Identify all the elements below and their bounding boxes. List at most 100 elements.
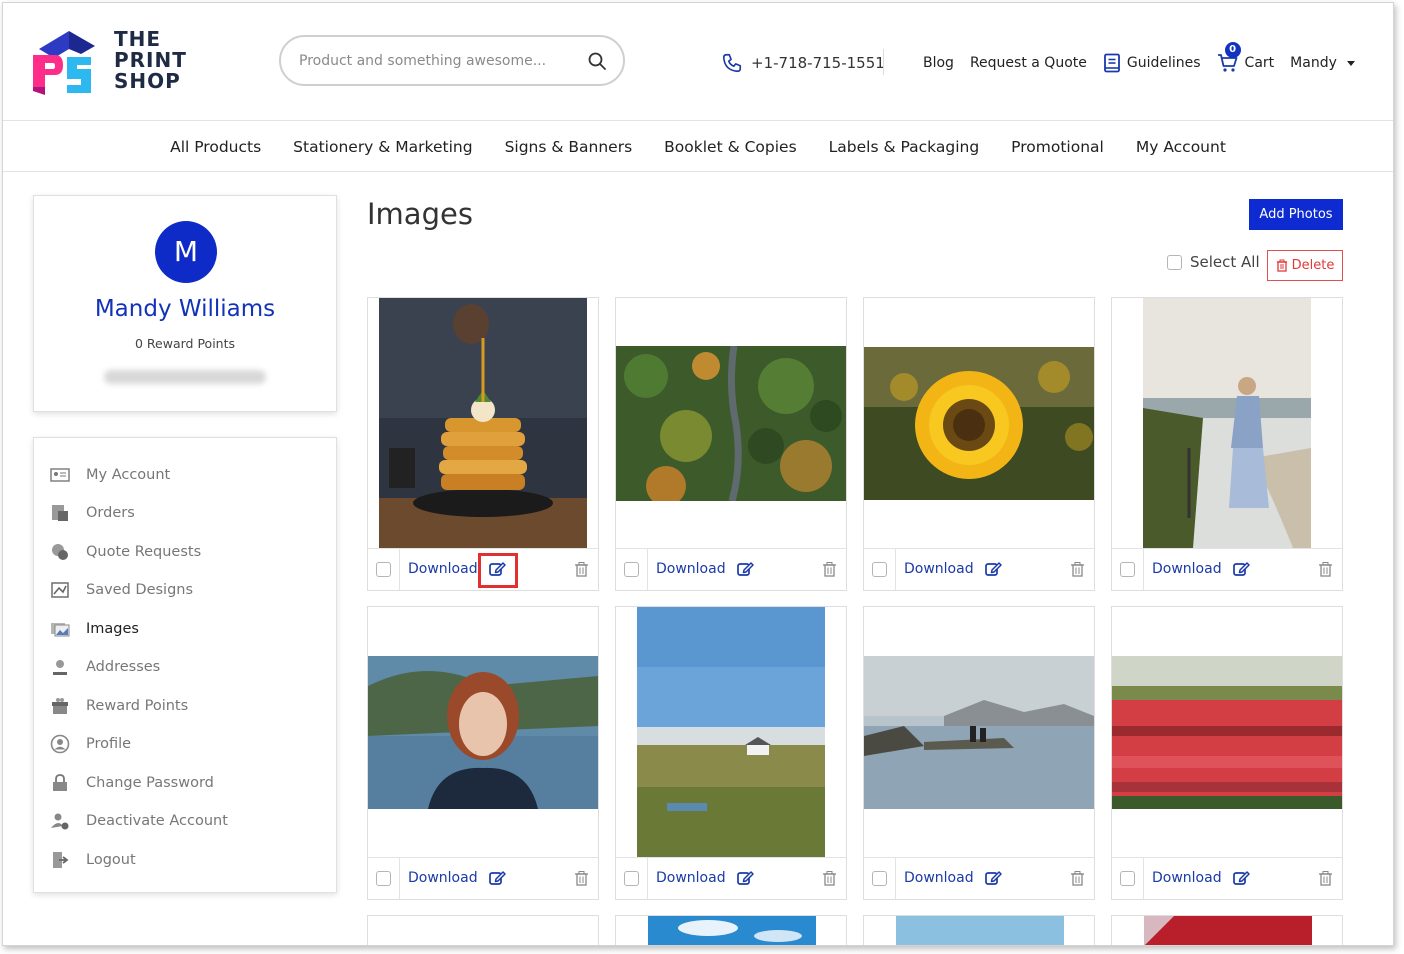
download-link[interactable]: Download: [904, 870, 974, 886]
cart-count-badge: 0: [1224, 42, 1241, 58]
menu-change-password[interactable]: Change Password: [50, 771, 214, 795]
guidelines-link[interactable]: Guidelines: [1103, 53, 1201, 73]
download-link[interactable]: Download: [904, 561, 974, 577]
edit-icon[interactable]: [1232, 560, 1250, 578]
edit-icon[interactable]: [984, 869, 1002, 887]
card-footer: Download: [616, 548, 846, 590]
phone-icon: [722, 53, 742, 73]
image-checkbox[interactable]: [376, 871, 391, 886]
edit-icon[interactable]: [1232, 869, 1250, 887]
add-photos-button[interactable]: Add Photos: [1249, 199, 1343, 230]
blog-link[interactable]: Blog: [923, 55, 954, 71]
image-sky-partial[interactable]: [648, 916, 816, 946]
search-icon[interactable]: [587, 51, 607, 71]
guidelines-label: Guidelines: [1126, 55, 1201, 71]
trash-icon[interactable]: [574, 870, 589, 886]
edit-icon[interactable]: [488, 560, 506, 578]
user-menu[interactable]: Mandy: [1290, 55, 1355, 71]
nav-booklet-copies[interactable]: Booklet & Copies: [664, 138, 797, 156]
image-card: Download: [367, 297, 599, 591]
image-woman-coast[interactable]: [1143, 298, 1311, 548]
logo[interactable]: THE PRINT SHOP: [29, 21, 189, 101]
menu-label: Deactivate Account: [86, 813, 228, 829]
download-link[interactable]: Download: [408, 870, 478, 886]
image-checkbox[interactable]: [1120, 562, 1135, 577]
nav-labels-packaging[interactable]: Labels & Packaging: [829, 138, 980, 156]
menu-images[interactable]: Images: [50, 617, 139, 641]
download-link[interactable]: Download: [1152, 870, 1222, 886]
edit-icon[interactable]: [736, 869, 754, 887]
image-lake-reflection[interactable]: [864, 656, 1094, 809]
nav-stationery-marketing[interactable]: Stationery & Marketing: [293, 138, 472, 156]
nav-promotional[interactable]: Promotional: [1011, 138, 1104, 156]
trash-icon[interactable]: [1318, 870, 1333, 886]
trash-icon[interactable]: [1070, 870, 1085, 886]
image-checkbox[interactable]: [376, 562, 391, 577]
menu-label: Images: [86, 621, 139, 637]
edit-icon[interactable]: [488, 869, 506, 887]
menu-profile[interactable]: Profile: [50, 732, 131, 756]
image-field-house[interactable]: [637, 607, 825, 857]
image-card: Download: [367, 606, 599, 900]
menu-label: Saved Designs: [86, 582, 194, 598]
image-checkbox[interactable]: [624, 562, 639, 577]
image-woman-portrait[interactable]: [368, 656, 598, 809]
browser-frame: THE PRINT SHOP +1-718-715-1551 Blog Requ…: [2, 2, 1394, 946]
orders-icon: [52, 505, 68, 521]
request-quote-link[interactable]: Request a Quote: [970, 55, 1087, 71]
logo-line-1: THE: [114, 27, 162, 51]
menu-quote-requests[interactable]: Quote Requests: [50, 540, 201, 564]
menu-deactivate-account[interactable]: Deactivate Account: [50, 809, 228, 833]
page-title: Images: [367, 197, 473, 231]
header-divider: [883, 49, 884, 75]
menu-my-account[interactable]: My Account: [50, 463, 170, 487]
download-link[interactable]: Download: [656, 561, 726, 577]
image-card-partial: [863, 915, 1095, 946]
card-footer: Download: [1112, 548, 1342, 590]
image-pancakes[interactable]: [379, 298, 587, 548]
image-blue-partial[interactable]: [896, 916, 1064, 946]
footer-divider: [399, 549, 400, 590]
image-sunflower[interactable]: [864, 347, 1094, 500]
trash-icon[interactable]: [1070, 561, 1085, 577]
download-link[interactable]: Download: [408, 561, 478, 577]
download-link[interactable]: Download: [1152, 561, 1222, 577]
menu-reward-points[interactable]: Reward Points: [50, 694, 188, 718]
select-all[interactable]: Select All: [1167, 253, 1260, 271]
nav-all-products[interactable]: All Products: [170, 138, 261, 156]
menu-orders[interactable]: Orders: [50, 501, 135, 525]
phone-link[interactable]: +1-718-715-1551: [721, 51, 885, 75]
trash-icon[interactable]: [574, 561, 589, 577]
menu-logout[interactable]: Logout: [50, 848, 136, 872]
image-checkbox[interactable]: [1120, 871, 1135, 886]
delete-button[interactable]: Delete: [1267, 250, 1343, 281]
image-checkbox[interactable]: [624, 871, 639, 886]
image-tulip-field[interactable]: [1112, 656, 1342, 809]
nav-my-account[interactable]: My Account: [1136, 138, 1226, 156]
image-red-partial[interactable]: [1144, 916, 1312, 946]
reward-points-text: 0 Reward Points: [135, 336, 235, 351]
image-checkbox[interactable]: [872, 871, 887, 886]
menu-label: My Account: [86, 467, 171, 483]
trash-icon[interactable]: [822, 870, 837, 886]
cart-link[interactable]: 0 Cart: [1217, 42, 1274, 74]
footer-divider: [1143, 858, 1144, 899]
trash-icon[interactable]: [1318, 561, 1333, 577]
menu-saved-designs[interactable]: Saved Designs: [50, 578, 193, 602]
image-forest-road[interactable]: [616, 346, 846, 501]
menu-label: Addresses: [86, 659, 161, 675]
profile-card: M Mandy Williams 0 Reward Points: [33, 195, 337, 412]
nav-signs-banners[interactable]: Signs & Banners: [505, 138, 633, 156]
quote-requests-icon: [52, 544, 68, 560]
edit-icon[interactable]: [736, 560, 754, 578]
menu-addresses[interactable]: Addresses: [50, 655, 160, 679]
select-all-checkbox[interactable]: [1167, 254, 1182, 270]
edit-icon[interactable]: [984, 560, 1002, 578]
download-link[interactable]: Download: [656, 870, 726, 886]
addresses-icon: [53, 660, 67, 675]
search-input[interactable]: [299, 49, 569, 73]
image-checkbox[interactable]: [872, 562, 887, 577]
trash-icon[interactable]: [822, 561, 837, 577]
image-card-partial: [1111, 915, 1343, 946]
logo-line-2: PRINT: [114, 48, 187, 72]
